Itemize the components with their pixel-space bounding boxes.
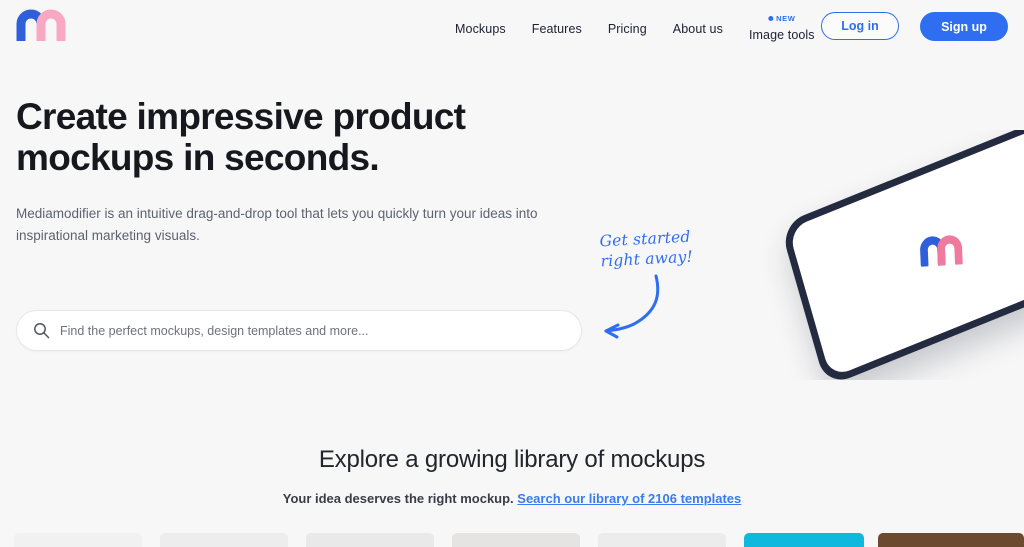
hero-subtitle: Mediamodifier is an intuitive drag-and-d… (16, 206, 538, 243)
nav-item-features[interactable]: Features (532, 20, 582, 36)
nav-item-pricing[interactable]: Pricing (608, 20, 647, 36)
library-subtitle-prefix: Your idea deserves the right mockup. (282, 491, 518, 506)
login-button-label: Log in (841, 19, 879, 33)
new-badge: NEW (768, 14, 795, 23)
nav-item-image-tools[interactable]: NEW Image tools (748, 14, 815, 42)
nav-item-about-us[interactable]: About us (673, 20, 723, 36)
landing-page: Mockups Features Pricing About us NEW Im… (0, 0, 1024, 547)
thumbnail-card[interactable] (744, 533, 864, 547)
phone-device (779, 130, 1024, 380)
nav-label: Pricing (607, 22, 647, 36)
search-library-link[interactable]: Search our library of 2106 templates (517, 491, 741, 506)
search-input[interactable] (60, 323, 581, 338)
brand-logo[interactable] (16, 9, 68, 45)
search-bar[interactable] (16, 310, 582, 351)
thumbnail-card[interactable] (160, 533, 288, 547)
curved-arrow-icon (604, 274, 660, 339)
m-logo-icon (16, 9, 66, 45)
phone-mockup-image (764, 130, 1024, 380)
search-icon (33, 322, 50, 339)
thumbnail-card[interactable] (878, 533, 1024, 547)
library-section-subtitle: Your idea deserves the right mockup. Sea… (0, 491, 1024, 506)
badge-dot-icon (768, 15, 774, 21)
new-badge-label: NEW (776, 13, 796, 23)
thumbnail-card[interactable] (598, 533, 726, 547)
nav-label: Image tools (748, 27, 815, 42)
thumbnail-card[interactable] (452, 533, 580, 547)
phone-m-logo-icon (920, 235, 963, 267)
nav-label: Features (531, 22, 582, 36)
annotation-text: Get started right away! (599, 227, 694, 271)
nav-label: Mockups (455, 22, 506, 36)
phone-screen (788, 130, 1024, 378)
login-button[interactable]: Log in (821, 12, 899, 40)
signup-button[interactable]: Sign up (920, 12, 1008, 41)
signup-button-label: Sign up (941, 19, 987, 34)
page-title: Create impressive product mockups in sec… (16, 96, 466, 178)
thumbnail-card[interactable] (306, 533, 434, 547)
main-nav: Mockups Features Pricing About us NEW Im… (455, 0, 815, 56)
nav-item-mockups[interactable]: Mockups (455, 20, 506, 36)
nav-label: About us (672, 22, 723, 36)
template-thumbnail-strip (0, 533, 1024, 547)
thumbnail-card[interactable] (14, 533, 142, 547)
get-started-annotation: Get started right away! (599, 227, 730, 348)
library-section-title: Explore a growing library of mockups (318, 446, 706, 473)
site-header: Mockups Features Pricing About us NEW Im… (0, 0, 1024, 56)
